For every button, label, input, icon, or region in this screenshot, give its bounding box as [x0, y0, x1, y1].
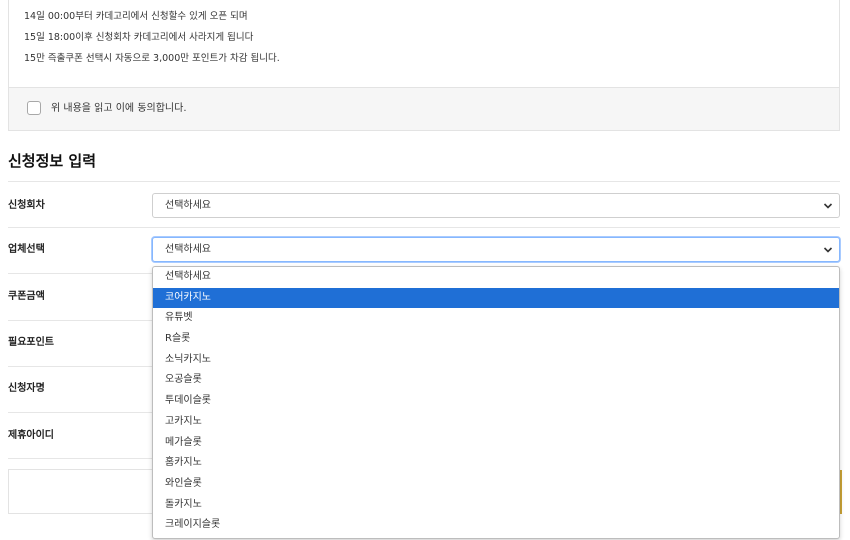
agree-label[interactable]: 위 내용을 읽고 이에 동의합니다.: [51, 101, 187, 117]
notice-box: 14일 00:00부터 카데고리에서 신청할수 있게 오픈 되며 15일 18:…: [8, 0, 840, 131]
dropdown-option[interactable]: 소닉카지노: [153, 350, 839, 371]
round-select-value: 선택하세요: [165, 200, 211, 211]
dropdown-option[interactable]: 오공슬롯: [153, 370, 839, 391]
dropdown-option[interactable]: 돌카지노: [153, 495, 839, 516]
notice-lines: 14일 00:00부터 카데고리에서 신청할수 있게 오픈 되며 15일 18:…: [24, 6, 280, 69]
dropdown-option[interactable]: 유튜벳: [153, 308, 839, 329]
dropdown-option-highlighted[interactable]: 코어카지노: [153, 287, 839, 309]
notice-line: 14일 00:00부터 카데고리에서 신청할수 있게 오픈 되며: [24, 11, 248, 22]
section-title: 신청정보 입력: [8, 152, 97, 170]
dropdown-option[interactable]: 투데이슬롯: [153, 391, 839, 412]
dropdown-option[interactable]: R슬롯: [153, 329, 839, 350]
dropdown-option[interactable]: 선택하세요: [153, 267, 839, 288]
chevron-down-icon: [823, 247, 833, 253]
dropdown-option[interactable]: 메가슬롯: [153, 433, 839, 454]
notice-line: 15만 즉출쿠폰 선택시 자동으로 3,000만 포인트가 차감 됩니다.: [24, 53, 280, 64]
form-label-points: 필요포인트: [8, 337, 54, 348]
round-select[interactable]: 선택하세요: [152, 193, 840, 218]
agree-area: 위 내용을 읽고 이에 동의합니다.: [9, 87, 839, 130]
form-label-applicant: 신청자명: [8, 383, 45, 394]
company-dropdown-list: 선택하세요 코어카지노 유튜벳 R슬롯 소닉카지노 오공슬롯 투데이슬롯 고카지…: [152, 266, 840, 539]
form-label-round: 신청회차: [8, 200, 45, 211]
dropdown-option[interactable]: 와인슬롯: [153, 474, 839, 495]
company-select[interactable]: 선택하세요: [152, 237, 840, 262]
notice-line: 15일 18:00이후 신청회차 카데고리에서 사라지게 됩니다: [24, 32, 254, 43]
agree-checkbox[interactable]: [27, 101, 41, 115]
title-divider: [8, 181, 840, 182]
dropdown-option[interactable]: 홈카지노: [153, 453, 839, 474]
form-label-coupon: 쿠폰금액: [8, 291, 45, 302]
form-label-partner-id: 제휴아이디: [8, 430, 54, 441]
company-select-value: 선택하세요: [165, 244, 211, 255]
chevron-down-icon: [823, 203, 833, 209]
dropdown-option[interactable]: 고카지노: [153, 412, 839, 433]
row-divider: [8, 227, 840, 228]
form-label-company: 업체선택: [8, 244, 45, 255]
dropdown-option[interactable]: 크레이지슬롯: [153, 515, 839, 536]
